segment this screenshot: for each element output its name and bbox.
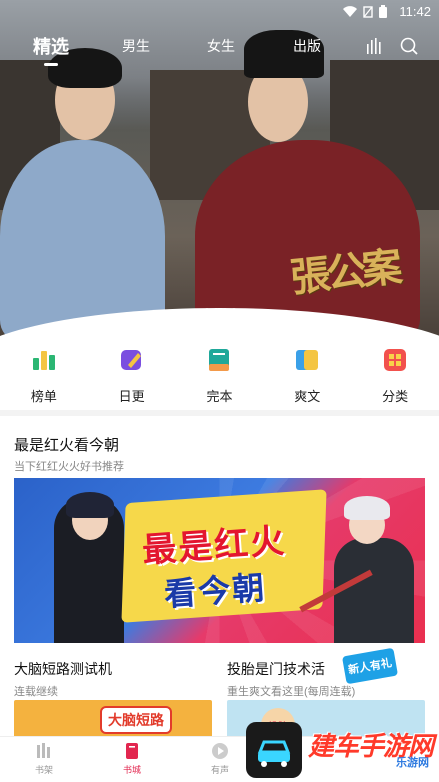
audio-play-icon [212, 743, 228, 759]
category-completed[interactable]: 完本 [189, 338, 249, 410]
status-icons [343, 5, 387, 18]
category-ranking[interactable]: 榜单 [14, 338, 74, 410]
category-daily[interactable]: 日更 [102, 338, 162, 410]
ranking-icon [32, 351, 55, 370]
category-label: 分类 [382, 389, 409, 404]
status-bar: 11:42 [0, 0, 439, 24]
feature-title-line1: 最是红火 [141, 522, 288, 570]
search-icon[interactable] [399, 36, 419, 56]
hot-story-icon [296, 350, 319, 370]
book-cover-text: 大脑短路 [100, 706, 172, 734]
feature-character-right [334, 538, 414, 643]
book-cover[interactable]: 大脑短路 [14, 700, 212, 740]
wifi-icon [343, 5, 357, 17]
nav-label: 书城 [122, 765, 141, 775]
book-title[interactable]: 投胎是门技术活 [227, 659, 325, 679]
signal-off-icon [363, 5, 373, 18]
status-time: 11:42 [399, 4, 431, 19]
feature-character-right-hair [344, 496, 390, 520]
section-subtitle: 当下红红火火好书推荐 [14, 461, 124, 473]
tab-female[interactable]: 女生 [207, 36, 235, 56]
daily-update-icon [120, 350, 141, 370]
book-title[interactable]: 大脑短路测试机 [14, 659, 112, 679]
watermark-logo [246, 722, 302, 778]
hero-calligraphy-title: 張公案 [288, 243, 401, 302]
top-nav: 精选 男生 女生 出版 [0, 30, 439, 70]
bookshelf-icon [37, 743, 50, 758]
category-hot[interactable]: 爽文 [277, 338, 337, 410]
category-label: 爽文 [294, 389, 321, 404]
site-watermark: 建车手游网 乐游网 [246, 718, 439, 782]
book-subtitle: 连载继续 [14, 686, 58, 698]
category-grid-icon [384, 349, 407, 371]
completed-book-icon [209, 349, 230, 371]
book-subtitle: 重生爽文看这里(每周连载) [227, 686, 356, 698]
nav-bookstore[interactable]: 书城 [110, 741, 154, 776]
category-label: 完本 [206, 389, 233, 404]
feature-title-line2: 看今朝 [163, 569, 268, 613]
feature-character-left-hair [66, 492, 114, 518]
section-title: 最是红火看今朝 [14, 437, 120, 454]
category-row: 榜单 日更 完本 爽文 分类 [0, 338, 439, 410]
tab-publishing[interactable]: 出版 [293, 36, 321, 56]
watermark-subtext: 乐游网 [396, 757, 429, 769]
tab-male[interactable]: 男生 [122, 36, 150, 56]
new-user-gift-badge[interactable]: 新人有礼 [339, 645, 401, 687]
feature-banner[interactable]: 最是红火 看今朝 [14, 478, 425, 643]
nav-audio[interactable]: 有声 [198, 741, 242, 776]
tab-featured[interactable]: 精选 [33, 33, 69, 59]
battery-icon [379, 5, 387, 18]
category-label: 榜单 [30, 389, 57, 404]
ranking-bars-icon[interactable] [364, 36, 384, 56]
nav-label: 书架 [34, 765, 53, 775]
bookstore-icon [126, 743, 138, 759]
tab-active-indicator [44, 63, 58, 66]
section-divider [0, 410, 439, 416]
nav-label: 有声 [210, 765, 229, 775]
car-logo-icon [257, 740, 291, 767]
category-label: 日更 [118, 389, 145, 404]
hero-actor-left [0, 140, 165, 338]
nav-bookshelf[interactable]: 书架 [22, 741, 66, 776]
category-classify[interactable]: 分类 [365, 338, 425, 410]
